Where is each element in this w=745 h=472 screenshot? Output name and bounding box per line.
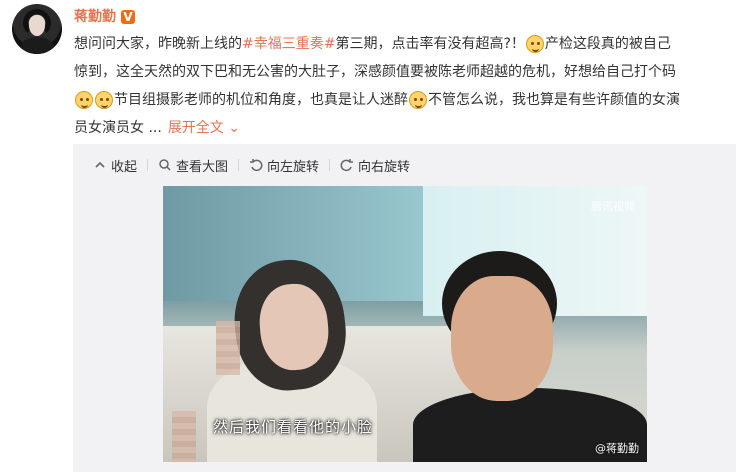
toolbar-divider (329, 159, 331, 171)
collapse-button[interactable]: 收起 (93, 156, 137, 175)
verified-badge-icon: V (121, 10, 135, 24)
laughing-emoji-icon (75, 91, 93, 109)
post-line-4: 员女演员女 ... 展开全文 ⌄ (74, 114, 736, 142)
rotate-right-icon (340, 158, 354, 172)
author-avatar[interactable] (12, 4, 62, 54)
avatar-body-shape (20, 37, 54, 54)
chevron-down-icon: ⌄ (228, 120, 240, 136)
media-preview: 收起 查看大图 向左旋转 向右旋转 腾讯视频 然后我们看看他的小脸 @蒋勤勤 (73, 144, 736, 472)
collapse-label: 收起 (111, 159, 138, 175)
post-photo[interactable]: 腾讯视频 然后我们看看他的小脸 @蒋勤勤 (163, 186, 647, 462)
rotate-right-button[interactable]: 向右旋转 (340, 156, 410, 175)
view-large-image-button[interactable]: 查看大图 (158, 156, 228, 175)
post-line-1-tail: 产检这段真的被自己 (544, 36, 671, 52)
image-toolbar: 收起 查看大图 向左旋转 向右旋转 (93, 154, 420, 176)
post-line-2: 惊到，这全天然的双下巴和无公害的大肚子，深感颜值要被陈老师超越的危机，好想给自己… (74, 58, 736, 86)
post-line-3: 节目组摄影老师的机位和角度，也真是让人迷醉 不管怎么说，我也算是有些许颜值的女演 (74, 86, 736, 114)
collapse-icon (93, 158, 107, 172)
rotate-left-button[interactable]: 向左旋转 (249, 156, 319, 175)
toolbar-divider (238, 159, 240, 171)
post-line-1-before: 想问问大家，昨晚新上线的 (74, 36, 242, 52)
post-line-3-text: 节目组摄影老师的机位和角度，也真是让人迷醉 (114, 92, 408, 108)
post-line-2-text: 惊到，这全天然的双下巴和无公害的大肚子，深感颜值要被陈老师超越的危机，好想给自己… (74, 64, 676, 80)
expand-full-text-link[interactable]: 展开全文 ⌄ (168, 114, 240, 142)
video-watermark: 腾讯视频 (591, 200, 635, 213)
post-line-3-tail: 不管怎么说，我也算是有些许颜值的女演 (428, 92, 680, 108)
rotate-right-label: 向右旋转 (358, 159, 411, 175)
rotate-left-icon (249, 158, 263, 172)
post-line-4-text: 员女演员女 ... (74, 120, 162, 136)
avatar-face-shape (29, 15, 45, 36)
search-icon (158, 158, 172, 172)
emoji-icon (525, 35, 544, 53)
post-line-1: 想问问大家，昨晚新上线的 #幸福三重奏# 第三期，点击率有没有超高?！ 产检这段… (74, 30, 736, 58)
mosaic-blur-shape (172, 411, 196, 462)
author-watermark: @蒋勤勤 (595, 442, 639, 455)
man-face-shape (451, 276, 553, 401)
view-large-label: 查看大图 (176, 159, 229, 175)
author-header: 蒋勤勤 V (74, 7, 135, 27)
laughing-emoji-icon (95, 91, 113, 109)
video-subtitle: 然后我们看看他的小脸 (213, 418, 374, 436)
toolbar-divider (147, 159, 149, 171)
post-line-1-after: 第三期，点击率有没有超高?！ (335, 36, 525, 52)
mosaic-blur-shape (216, 321, 240, 375)
author-name-link[interactable]: 蒋勤勤 (74, 7, 116, 27)
hashtag-link[interactable]: #幸福三重奏# (242, 30, 335, 58)
expand-label: 展开全文 (167, 120, 224, 136)
post-text: 想问问大家，昨晚新上线的 #幸福三重奏# 第三期，点击率有没有超高?！ 产检这段… (74, 30, 736, 142)
rotate-left-label: 向左旋转 (267, 159, 320, 175)
embarrassed-emoji-icon (409, 91, 427, 109)
